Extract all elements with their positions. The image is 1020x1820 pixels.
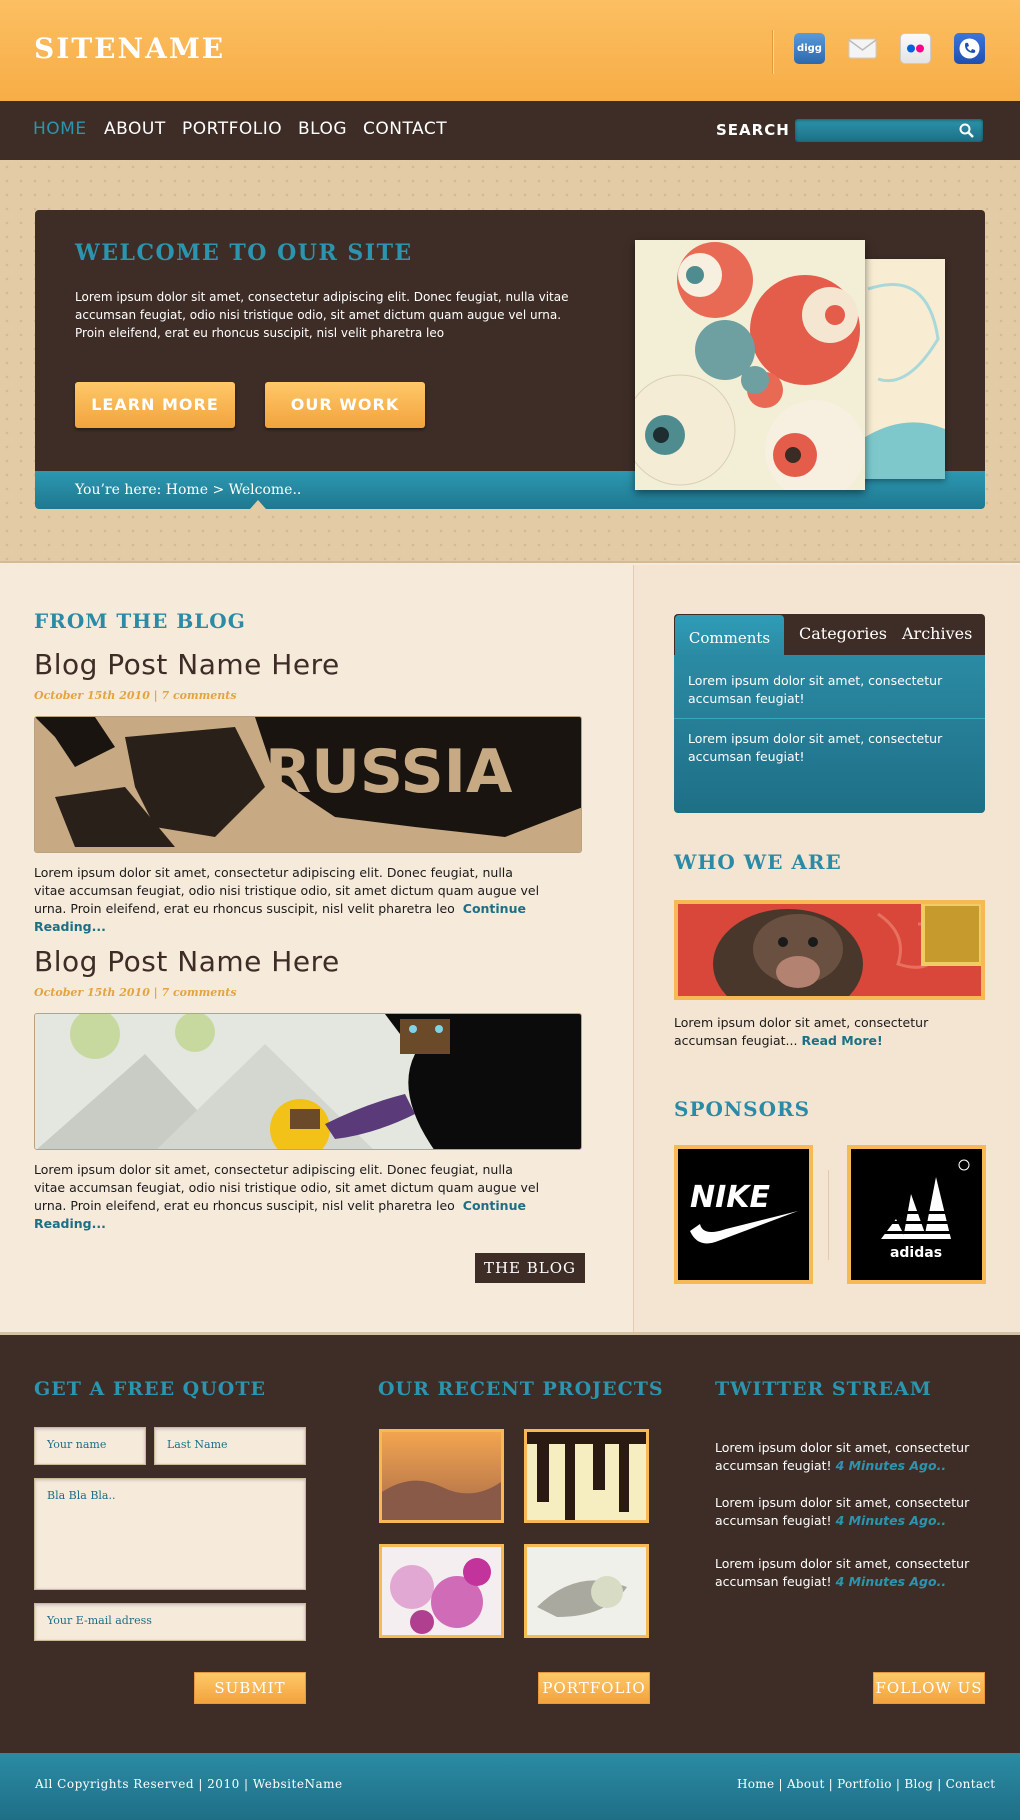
message-field[interactable]: Bla Bla Bla.. [34,1478,306,1590]
project-thumbnail[interactable] [379,1429,504,1523]
tab-comments[interactable]: Comments [675,615,784,655]
comment-item[interactable]: Lorem ipsum dolor sit amet, consectetur … [688,672,968,708]
digg-icon[interactable]: digg [794,33,825,64]
twitter-title: TWITTER STREAM [715,1378,932,1400]
nike-wordmark: NIKE [690,1180,771,1215]
tweet: Lorem ipsum dolor sit amet, consectetur … [715,1556,970,1589]
comment-divider [674,718,985,719]
learn-more-button[interactable]: LEARN MORE [75,382,235,428]
who-we-are-title: WHO WE ARE [674,850,842,874]
nav-portfolio[interactable]: PORTFOLIO [182,119,282,139]
nav-home[interactable]: HOME [33,119,87,139]
project-thumbnail[interactable] [379,1544,504,1638]
post-meta: October 15th 2010 | 7 comments [34,689,237,702]
nav-about[interactable]: ABOUT [104,119,166,139]
tab-categories[interactable]: Categories [799,624,887,643]
post-excerpt: Lorem ipsum dolor sit amet, consectetur … [34,1162,540,1231]
tweet-time[interactable]: 4 Minutes Ago.. [836,1574,947,1589]
quote-title: GET A FREE QUOTE [34,1378,266,1400]
last-name-field[interactable]: Last Name [154,1427,306,1465]
search-input[interactable] [795,119,983,142]
adidas-wordmark: adidas [890,1245,942,1261]
tweet-time[interactable]: 4 Minutes Ago.. [836,1513,947,1528]
read-more-link[interactable]: Read More! [801,1033,882,1048]
follow-us-button[interactable]: FOLLOW US [873,1672,985,1704]
sponsor-nike-logo[interactable]: NIKE [674,1145,813,1284]
mail-icon[interactable] [847,33,878,64]
blog-section-title: FROM THE BLOG [34,609,246,633]
tweet: Lorem ipsum dolor sit amet, consectetur … [715,1495,970,1528]
post-image[interactable] [34,1013,582,1150]
hero-slide-image[interactable] [635,240,865,490]
post-excerpt: Lorem ipsum dolor sit amet, consectetur … [34,865,540,934]
search-icon[interactable] [958,122,976,140]
portfolio-button[interactable]: PORTFOLIO [538,1672,650,1704]
post-image[interactable]: RUSSIA [34,716,582,853]
project-thumbnail[interactable] [524,1429,649,1523]
search-label: SEARCH [716,121,790,139]
nav-contact[interactable]: CONTACT [363,119,447,139]
post-title[interactable]: Blog Post Name Here [34,648,340,681]
comment-item[interactable]: Lorem ipsum dolor sit amet, consectetur … [688,730,968,766]
who-we-are-text: Lorem ipsum dolor sit amet, consectetur … [674,1015,929,1048]
projects-title: OUR RECENT PROJECTS [378,1378,664,1400]
site-logo[interactable]: SITENAME [34,32,225,65]
sponsors-title: SPONSORS [674,1097,811,1121]
tweet: Lorem ipsum dolor sit amet, consectetur … [715,1440,970,1473]
first-name-field[interactable]: Your name [34,1427,146,1465]
the-blog-button[interactable]: THE BLOG [475,1253,585,1283]
copyright-text: All Copyrights Reserved | 2010 | Website… [35,1777,343,1791]
hero-text: Lorem ipsum dolor sit amet, consectetur … [75,290,569,340]
hero-title: WELCOME TO OUR SITE [75,240,413,266]
submit-button[interactable]: SUBMIT [194,1672,306,1704]
skype-icon[interactable] [954,33,985,64]
svg-text:RUSSIA: RUSSIA [265,737,513,807]
flickr-icon[interactable] [900,33,931,64]
our-work-button[interactable]: OUR WORK [265,382,425,428]
nav-blog[interactable]: BLOG [298,119,347,139]
email-field[interactable]: Your E-mail adress [34,1603,306,1641]
breadcrumb-pointer [250,500,266,509]
post-meta: October 15th 2010 | 7 comments [34,986,237,999]
project-thumbnail[interactable] [524,1544,649,1638]
sponsor-divider [828,1170,829,1260]
sponsor-adidas-logo[interactable]: adidas [847,1145,986,1284]
tweet-time[interactable]: 4 Minutes Ago.. [836,1458,947,1473]
breadcrumb: You’re here: Home > Welcome.. [75,482,302,498]
who-we-are-image [674,900,985,1000]
tab-archives[interactable]: Archives [902,624,972,643]
post-title[interactable]: Blog Post Name Here [34,945,340,978]
header-divider [772,30,774,74]
footer-links[interactable]: Home | About | Portfolio | Blog | Contac… [737,1777,995,1791]
